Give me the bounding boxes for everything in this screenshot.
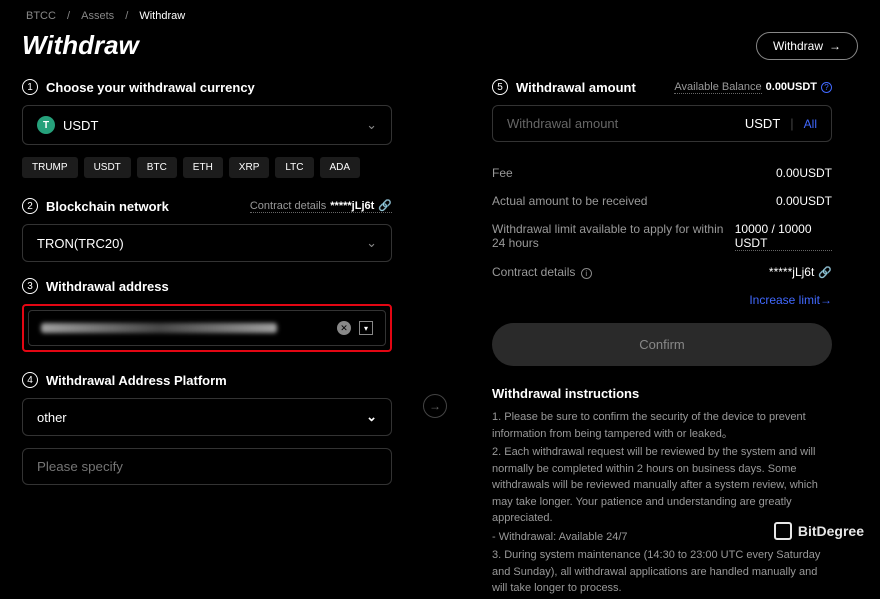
address-input[interactable] [41,323,277,333]
info-icon[interactable]: ? [821,82,832,93]
platform-specify-input[interactable] [22,448,392,485]
step-4-num: 4 [22,372,38,388]
withdraw-button[interactable]: Withdraw → [756,32,858,60]
bitdegree-watermark: BitDegree [774,522,864,540]
bitdegree-logo-icon [774,522,792,540]
tag-eth[interactable]: ETH [183,157,223,178]
address-highlight-box: ✕ ▾ [22,304,392,352]
contract-value: *****jLj6t 🔗 [769,265,832,279]
network-value: TRON(TRC20) [37,236,124,251]
instructions-title: Withdrawal instructions [492,386,832,401]
network-dropdown[interactable]: TRON(TRC20) ⌄ [22,224,392,262]
contract-details-link[interactable]: Contract details *****jLj6t 🔗 [250,199,392,213]
crumb-assets[interactable]: Assets [81,10,114,22]
limit-label: Withdrawal limit available to apply for … [492,222,735,251]
step-2-num: 2 [22,198,38,214]
amount-input[interactable] [507,116,745,131]
available-balance-label: Available Balance [674,81,761,94]
address-book-icon[interactable]: ▾ [359,321,373,335]
limit-value: 10000 / 10000 USDT [735,222,832,251]
fee-value: 0.00USDT [776,166,832,180]
currency-value: USDT [63,118,98,133]
platform-dropdown[interactable]: other ⌄ [22,398,392,436]
amount-unit: USDT [745,116,780,131]
increase-limit-link[interactable]: Increase limit→ [492,293,832,307]
arrow-next-icon: → [423,394,447,418]
chevron-down-icon: ⌄ [366,409,377,425]
step-3-label: Withdrawal address [46,279,169,294]
tag-xrp[interactable]: XRP [229,157,270,178]
breadcrumb: BTCC / Assets / Withdraw [22,10,858,22]
arrow-right-icon: → [829,39,841,53]
specify-field[interactable] [37,459,377,474]
currency-dropdown[interactable]: T USDT ⌄ [22,105,392,145]
confirm-button[interactable]: Confirm [492,323,832,366]
usdt-icon: T [37,116,55,134]
chevron-down-icon: ⌄ [366,117,377,133]
tag-ltc[interactable]: LTC [275,157,313,178]
platform-value: other [37,410,67,425]
step-2-label: Blockchain network [46,199,169,214]
instructions-text: 1. Please be sure to confirm the securit… [492,409,832,597]
step-3-num: 3 [22,278,38,294]
chevron-down-icon: ⌄ [366,235,377,251]
info-icon[interactable]: i [581,268,592,279]
fee-label: Fee [492,166,513,180]
currency-tags: TRUMP USDT BTC ETH XRP LTC ADA [22,157,392,178]
actual-label: Actual amount to be received [492,194,647,208]
clear-icon[interactable]: ✕ [337,321,351,335]
amount-all-button[interactable]: All [804,117,817,131]
tag-usdt[interactable]: USDT [84,157,131,178]
crumb-current: Withdraw [139,10,185,22]
amount-input-row: USDT | All [492,105,832,142]
actual-value: 0.00USDT [776,194,832,208]
tag-btc[interactable]: BTC [137,157,177,178]
tag-trump[interactable]: TRUMP [22,157,78,178]
step-4-label: Withdrawal Address Platform [46,373,227,388]
available-balance-value: 0.00USDT [766,81,817,93]
contract-label: Contract details i [492,265,592,279]
step-5-label: Withdrawal amount [516,80,636,95]
crumb-root[interactable]: BTCC [26,10,56,22]
tag-ada[interactable]: ADA [320,157,361,178]
link-icon: 🔗 [378,199,392,212]
step-1-num: 1 [22,79,38,95]
step-1-label: Choose your withdrawal currency [46,80,255,95]
link-icon[interactable]: 🔗 [818,266,832,279]
page-title: Withdraw [22,30,139,61]
step-5-num: 5 [492,79,508,95]
